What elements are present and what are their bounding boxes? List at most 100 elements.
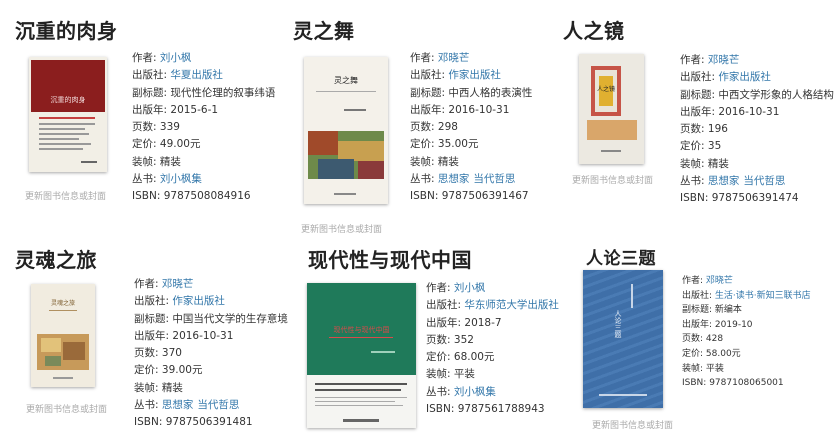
publisher-link[interactable]: 生活·读书·新知三联书店 — [715, 291, 811, 301]
book-title[interactable]: 现代性与现代中国 — [308, 244, 472, 273]
book-title[interactable]: 灵之舞 — [293, 15, 355, 44]
book-info: 作者: 邓晓芒 出版社: 生活·读书·新知三联书店 副标题: 新编本 出版年: … — [682, 274, 811, 391]
price-value: 35 — [707, 140, 722, 153]
field-label: 页数: — [682, 334, 704, 345]
series-link[interactable]: 当代哲思 — [197, 399, 239, 411]
field-label: 丛书: — [410, 173, 435, 186]
field-label: 装帧: — [134, 381, 159, 394]
publisher-link[interactable]: 作家出版社 — [718, 71, 771, 83]
binding-value: 平装 — [705, 363, 724, 374]
book-cover-image[interactable]: 灵之舞 — [304, 57, 388, 204]
subtitle-value: 中西人格的表演性 — [448, 86, 533, 99]
pubdate-value: 2019-10 — [714, 319, 753, 330]
book-cover-image[interactable]: 人之镜 — [579, 54, 644, 164]
field-label: 出版社: — [134, 295, 170, 308]
field-label: 出版年: — [132, 103, 168, 116]
field-label: ISBN: — [134, 416, 163, 429]
book-title[interactable]: 沉重的肉身 — [15, 15, 118, 44]
field-label: 作者: — [410, 52, 435, 64]
pages-value: 352 — [453, 333, 474, 346]
update-cover-link[interactable]: 更新图书信息或封面 — [592, 418, 673, 431]
book-title[interactable]: 人论三题 — [586, 244, 656, 269]
field-label: 作者: — [680, 54, 705, 66]
cover-title-text: 灵魂之旅 — [50, 300, 75, 307]
pubdate-value: 2016-10-31 — [172, 329, 234, 342]
price-value: 35.00元 — [437, 138, 479, 151]
book-info: 作者: 刘小枫 出版社: 华夏出版社 副标题: 现代性伦理的叙事纬语 出版年: … — [132, 50, 275, 206]
book-title[interactable]: 灵魂之旅 — [15, 244, 97, 273]
author-link[interactable]: 邓晓芒 — [708, 54, 740, 66]
author-link[interactable]: 邓晓芒 — [438, 52, 470, 64]
field-label: 定价: — [682, 348, 704, 359]
isbn-value: 9787561788943 — [457, 403, 545, 416]
field-label: 定价: — [132, 138, 157, 151]
field-label: 出版社: — [410, 69, 446, 82]
series-link[interactable]: 思想家 — [708, 175, 740, 187]
book-cover-image[interactable]: 灵魂之旅 — [31, 284, 95, 387]
pubdate-value: 2016-10-31 — [448, 103, 510, 116]
isbn-value: 9787506391481 — [165, 416, 253, 429]
field-label: 丛书: — [132, 173, 157, 186]
series-link[interactable]: 当代哲思 — [743, 175, 785, 187]
subtitle-value: 中西文学形象的人格结构 — [718, 88, 834, 101]
field-label: 出版社: — [132, 69, 168, 82]
field-label: 出版社: — [426, 299, 462, 312]
book-title[interactable]: 人之镜 — [563, 15, 625, 44]
field-label: 页数: — [410, 121, 435, 134]
pubdate-value: 2015-6-1 — [170, 103, 219, 116]
update-cover-link[interactable]: 更新图书信息或封面 — [301, 222, 382, 235]
pubdate-value: 2018-7 — [464, 316, 502, 329]
author-link[interactable]: 刘小枫 — [160, 52, 192, 64]
publisher-link[interactable]: 华东师范大学出版社 — [464, 299, 559, 311]
field-label: 出版年: — [680, 105, 716, 118]
publisher-link[interactable]: 华夏出版社 — [170, 69, 223, 81]
field-label: 出版年: — [134, 329, 170, 342]
update-cover-link[interactable]: 更新图书信息或封面 — [25, 189, 106, 202]
price-value: 39.00元 — [161, 364, 203, 377]
field-label: 副标题: — [134, 312, 170, 325]
field-label: 页数: — [426, 333, 451, 346]
pages-value: 196 — [707, 123, 728, 136]
series-link[interactable]: 当代哲思 — [473, 173, 515, 185]
isbn-value: 9787508084916 — [163, 190, 251, 203]
book-cover-image[interactable]: 人论三题 — [583, 270, 663, 408]
field-label: 作者: — [426, 282, 451, 294]
field-label: 出版社: — [682, 290, 713, 301]
publisher-link[interactable]: 作家出版社 — [172, 295, 225, 307]
cover-title-text: 人之镜 — [597, 86, 616, 93]
isbn-value: 9787506391474 — [711, 192, 799, 205]
field-label: 页数: — [134, 347, 159, 360]
author-link[interactable]: 刘小枫 — [454, 282, 486, 294]
field-label: 出版年: — [682, 319, 713, 330]
author-link[interactable]: 邓晓芒 — [162, 278, 194, 290]
update-cover-link[interactable]: 更新图书信息或封面 — [26, 402, 107, 415]
author-link[interactable]: 邓晓芒 — [706, 276, 733, 286]
price-value: 49.00元 — [159, 138, 201, 151]
book-info: 作者: 邓晓芒 出版社: 作家出版社 副标题: 中西文学形象的人格结构 出版年:… — [680, 52, 834, 208]
book-info: 作者: 刘小枫 出版社: 华东师范大学出版社 出版年: 2018-7 页数: 3… — [426, 280, 559, 418]
series-link[interactable]: 刘小枫集 — [160, 173, 202, 185]
publisher-link[interactable]: 作家出版社 — [448, 69, 501, 81]
binding-value: 精装 — [707, 157, 729, 170]
pages-value: 339 — [159, 121, 180, 134]
field-label: 丛书: — [426, 385, 451, 398]
field-label: 出版年: — [410, 103, 446, 116]
series-link[interactable]: 思想家 — [162, 399, 194, 411]
field-label: 定价: — [426, 351, 451, 364]
cover-title-text: 人论三题 — [614, 310, 622, 338]
book-cover-image[interactable]: 现代性与现代中国 — [307, 283, 416, 428]
field-label: 作者: — [132, 52, 157, 64]
book-info: 作者: 邓晓芒 出版社: 作家出版社 副标题: 中西人格的表演性 出版年: 20… — [410, 50, 532, 206]
field-label: 页数: — [132, 121, 157, 134]
pages-value: 428 — [705, 334, 724, 345]
update-cover-link[interactable]: 更新图书信息或封面 — [572, 173, 653, 186]
field-label: 装帧: — [132, 155, 157, 168]
isbn-value: 9787506391467 — [441, 190, 529, 203]
field-label: 定价: — [134, 364, 159, 377]
field-label: 装帧: — [410, 155, 435, 168]
binding-value: 平装 — [453, 368, 475, 381]
series-link[interactable]: 思想家 — [438, 173, 470, 185]
book-cover-image[interactable]: 沉重的肉身 — [29, 57, 107, 172]
series-link[interactable]: 刘小枫集 — [454, 386, 496, 398]
field-label: 副标题: — [680, 88, 716, 101]
